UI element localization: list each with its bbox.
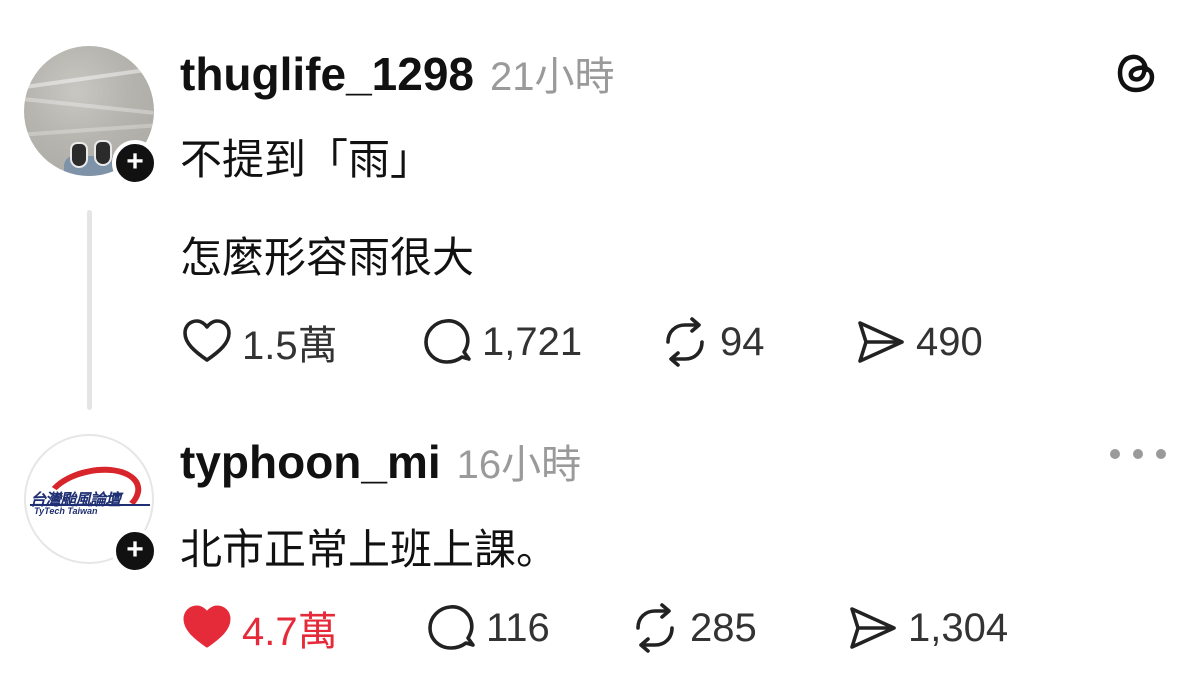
- more-options-button[interactable]: [1110, 436, 1166, 472]
- comment-bubble-icon: [424, 319, 471, 364]
- avatar-photo-detail: [70, 142, 88, 168]
- reply-button[interactable]: 1,721: [420, 312, 582, 372]
- post-text-line: 不提到「雨」: [180, 136, 433, 183]
- username[interactable]: typhoon_mi: [180, 435, 441, 489]
- heart-icon: [183, 319, 231, 362]
- more-dots-icon: [1156, 449, 1166, 459]
- post-timestamp: 16小時: [456, 443, 582, 487]
- post-timestamp: 21小時: [490, 55, 615, 99]
- repost-count: 94: [720, 319, 765, 364]
- send-paper-plane-icon: [850, 607, 896, 649]
- thread-connector-line: [87, 210, 92, 410]
- repost-count: 285: [690, 605, 757, 650]
- share-count: 1,304: [908, 605, 1009, 650]
- follow-button[interactable]: +: [112, 528, 158, 574]
- post-header: typhoon_mi 16小時: [180, 432, 581, 488]
- post-text-line: 怎麼形容雨很大: [180, 234, 475, 281]
- send-paper-plane-icon: [858, 321, 904, 363]
- avatar-logo-subtext: TyTech Taiwan: [34, 506, 98, 516]
- avatar-texture: [24, 123, 154, 137]
- username[interactable]: thuglife_1298: [180, 47, 474, 101]
- more-dots-icon: [1110, 449, 1120, 459]
- heart-icon: [183, 605, 231, 648]
- avatar-photo-detail: [94, 140, 112, 166]
- repost-button[interactable]: 285: [628, 598, 757, 658]
- avatar-texture: [24, 66, 154, 90]
- thread-post: + thuglife_1298 21小時 不提到「雨」 怎麼形容雨很大 1.5萬…: [0, 0, 1200, 420]
- thread-post: 台灣颱風論壇 TyTech Taiwan + typhoon_mi 16小時 北…: [0, 420, 1200, 686]
- reply-count: 116: [486, 605, 550, 650]
- threads-logo-icon[interactable]: [1112, 48, 1162, 98]
- post-actions: 4.7萬 116 285 1,304: [180, 598, 1080, 658]
- reply-button[interactable]: 116: [424, 598, 550, 658]
- comment-bubble-icon: [428, 605, 475, 650]
- share-button[interactable]: 490: [854, 312, 983, 372]
- plus-icon: +: [126, 145, 144, 178]
- reply-count: 1,721: [482, 319, 583, 364]
- plus-icon: +: [126, 533, 144, 566]
- like-count: 4.7萬: [242, 610, 338, 654]
- post-text-line: 北市正常上班上課。: [180, 526, 559, 573]
- like-count: 1.5萬: [242, 324, 338, 368]
- post-actions: 1.5萬 1,721 94 490: [180, 312, 1080, 372]
- repost-arrows-icon: [636, 603, 674, 653]
- share-count: 490: [916, 319, 983, 364]
- share-button[interactable]: 1,304: [846, 598, 1008, 658]
- avatar-texture: [24, 97, 154, 115]
- like-button[interactable]: 4.7萬: [180, 598, 338, 658]
- more-dots-icon: [1133, 449, 1143, 459]
- follow-button[interactable]: +: [112, 140, 158, 186]
- post-header: thuglife_1298 21小時: [180, 44, 615, 100]
- repost-arrows-icon: [666, 317, 704, 367]
- repost-button[interactable]: 94: [658, 312, 765, 372]
- like-button[interactable]: 1.5萬: [180, 312, 338, 372]
